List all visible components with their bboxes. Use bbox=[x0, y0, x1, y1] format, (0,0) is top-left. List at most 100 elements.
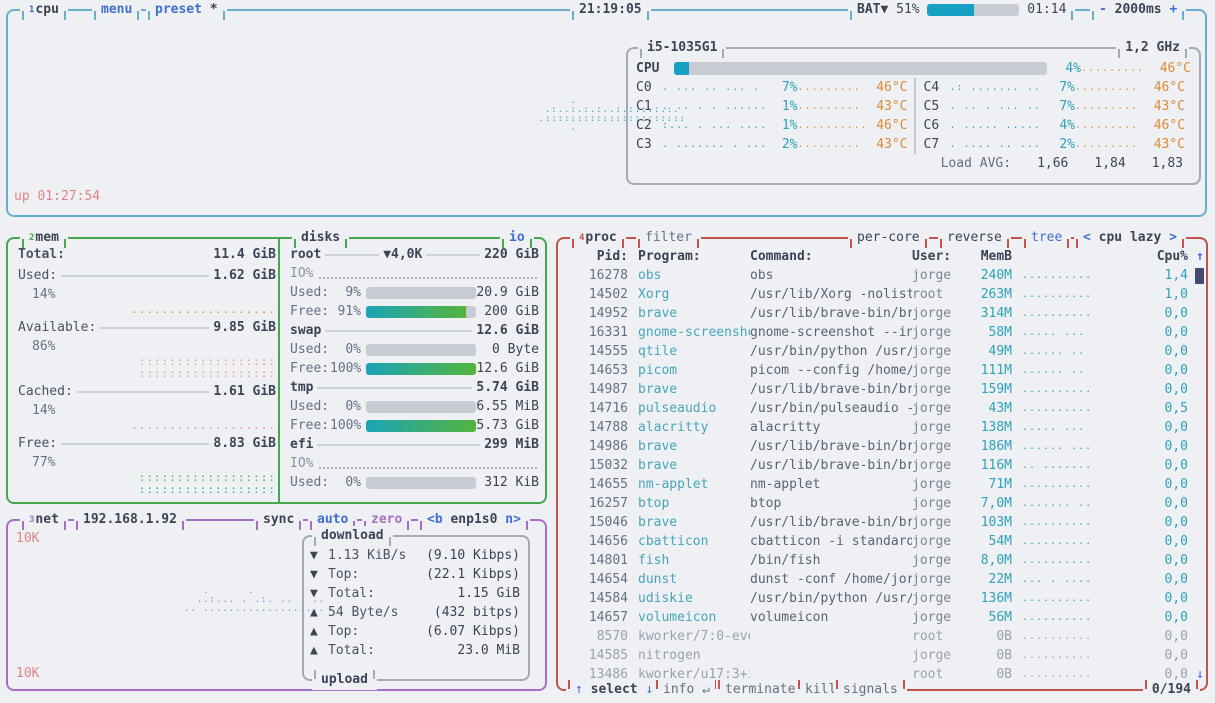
disk-name: root bbox=[290, 247, 322, 262]
process-row[interactable]: 14656 cbatticon cbatticon -i standard jo… bbox=[560, 532, 1204, 551]
process-row[interactable]: 14654 dunst dunst -conf /home/jor jorge … bbox=[560, 570, 1204, 589]
disk-io-speed: ▼4,0K bbox=[383, 247, 423, 262]
process-command: /usr/lib/brave-bin/br bbox=[750, 439, 912, 454]
footer-signals-button[interactable]: signals bbox=[834, 680, 907, 700]
proc-box-title[interactable]: 4 proc bbox=[570, 228, 626, 248]
core-usage-graph: . ... .. ... . ... bbox=[662, 82, 761, 93]
net-stat-value: (432 bitps) bbox=[433, 605, 520, 620]
process-cpu: 1,4 bbox=[1164, 268, 1188, 283]
process-program: udiskie bbox=[638, 591, 693, 606]
sort-prev-button[interactable]: < bbox=[1083, 228, 1091, 248]
process-row[interactable]: 14952 brave /usr/lib/brave-bin/br jorge … bbox=[560, 304, 1204, 323]
proc-box-number: 4 bbox=[579, 233, 585, 243]
proc-tree-toggle[interactable]: tree bbox=[1022, 228, 1072, 248]
select-down-icon[interactable]: ↓ bbox=[645, 680, 653, 700]
process-cpu: 0,0 bbox=[1164, 534, 1188, 549]
grid-line bbox=[61, 442, 210, 445]
interval-minus-button[interactable]: - bbox=[1099, 0, 1107, 20]
footer-terminate-button[interactable]: terminate bbox=[716, 680, 805, 700]
net-interface-selector[interactable]: <b enp1s0 n> bbox=[418, 510, 530, 530]
disks-title[interactable]: disks bbox=[292, 228, 350, 248]
net-sync-toggle[interactable]: sync bbox=[254, 510, 304, 530]
footer-info-button[interactable]: info ↵ bbox=[654, 680, 719, 700]
sort-next-button[interactable]: > bbox=[1169, 228, 1177, 248]
process-row[interactable]: 14584 udiskie /usr/bin/python /usr/ jorg… bbox=[560, 589, 1204, 608]
process-row[interactable]: 14653 picom picom --config /home/ jorge … bbox=[560, 361, 1204, 380]
process-row[interactable]: 8570 kworker/7:0-even root 0B ..........… bbox=[560, 627, 1204, 646]
disk-usage-row: Used: 0% 0 Byte bbox=[290, 340, 539, 359]
process-cpu: 0,5 bbox=[1164, 401, 1188, 416]
cpu-box-title[interactable]: 1 cpu bbox=[20, 0, 68, 20]
process-row[interactable]: 14555 qtile /usr/bin/python /usr/ jorge … bbox=[560, 342, 1204, 361]
process-user: jorge bbox=[912, 534, 952, 549]
process-pid: 14987 bbox=[588, 382, 628, 397]
process-cpu: 0,0 bbox=[1164, 610, 1188, 625]
mem-box-title[interactable]: 2 mem bbox=[20, 228, 68, 248]
process-row[interactable]: 14502 Xorg /usr/lib/Xorg -nolist root 26… bbox=[560, 285, 1204, 304]
direction-arrow-icon: ▼ bbox=[310, 567, 318, 582]
sort-direction-icon[interactable]: ↑ bbox=[1188, 249, 1204, 264]
header-program[interactable]: Program: bbox=[638, 249, 750, 264]
proc-reverse-toggle[interactable]: reverse bbox=[938, 228, 1011, 248]
mem-entry-label: Cached: bbox=[18, 384, 73, 399]
preset-button[interactable]: preset * bbox=[146, 0, 227, 20]
net-box-title[interactable]: 3 net bbox=[20, 510, 68, 530]
cpu-total-row: CPU 4% ......... 46°C bbox=[636, 59, 1191, 78]
process-row[interactable]: 14788 alacritty alacritty jorge 138M ...… bbox=[560, 418, 1204, 437]
process-row[interactable]: 16331 gnome-screensho gnome-screenshot -… bbox=[560, 323, 1204, 342]
header-pid[interactable]: Pid: bbox=[566, 249, 628, 264]
process-row[interactable]: 14655 nm-applet nm-applet jorge 71M ....… bbox=[560, 475, 1204, 494]
process-row[interactable]: 14801 fish /bin/fish jorge 8,0M ........… bbox=[560, 551, 1204, 570]
select-up-icon[interactable]: ↑ bbox=[575, 680, 583, 700]
process-user: jorge bbox=[912, 420, 952, 435]
process-program: btop bbox=[638, 496, 670, 511]
disk-usage-row: Free: 100% 5.73 GiB bbox=[290, 416, 539, 435]
header-command[interactable]: Command: bbox=[750, 249, 912, 264]
process-row[interactable]: 16278 obs obs jorge 240M .......... 1,4 bbox=[560, 266, 1204, 285]
iface-next-button[interactable]: n> bbox=[505, 510, 521, 530]
process-row[interactable]: 16257 btop btop jorge 7,0M ....... .. 0,… bbox=[560, 494, 1204, 513]
process-row[interactable]: 14585 nitrogen jorge 0B .......... 0,0 bbox=[560, 646, 1204, 665]
disk-row-value: 6.55 MiB bbox=[476, 399, 539, 414]
disks-io-toggle[interactable]: io bbox=[500, 228, 534, 248]
process-user: root bbox=[912, 287, 944, 302]
proc-filter-button[interactable]: filter bbox=[636, 228, 701, 248]
disk-usage-bar bbox=[366, 400, 476, 413]
interval-plus-button[interactable]: + bbox=[1169, 0, 1177, 20]
process-row[interactable]: 15032 brave /usr/lib/brave-bin/br jorge … bbox=[560, 456, 1204, 475]
mem-entry: Available: 9.85 GiB 86%:::::::::::::::::::… bbox=[18, 318, 276, 380]
proc-percore-toggle[interactable]: per-core bbox=[848, 228, 929, 248]
battery-bar bbox=[927, 4, 1020, 16]
border-tick bbox=[1196, 680, 1200, 689]
proc-sort-selector[interactable]: < cpu lazy > bbox=[1074, 228, 1186, 248]
process-row[interactable]: 15046 brave /usr/lib/brave-bin/br jorge … bbox=[560, 513, 1204, 532]
process-pid: 15046 bbox=[588, 515, 628, 530]
process-user: jorge bbox=[912, 591, 952, 606]
border-tick bbox=[312, 537, 316, 546]
mem-entry-percent: 14% bbox=[32, 287, 56, 302]
process-pid: 14584 bbox=[588, 591, 628, 606]
iface-prev-button[interactable]: <b bbox=[427, 510, 443, 530]
footer-select-control[interactable]: ↑ select ↓ bbox=[566, 680, 663, 700]
border-tick bbox=[1181, 239, 1186, 248]
scrollbar-thumb[interactable] bbox=[1195, 267, 1204, 284]
header-mem[interactable]: MemB bbox=[968, 249, 1012, 264]
border-tick bbox=[722, 49, 726, 58]
process-mem: 240M bbox=[980, 268, 1012, 283]
process-cpu: 0,0 bbox=[1164, 477, 1188, 492]
header-cpu[interactable]: Cpu% bbox=[1082, 249, 1188, 264]
border-tick bbox=[646, 11, 651, 20]
process-program: gnome-screensho bbox=[638, 325, 750, 340]
process-row[interactable]: 14986 brave /usr/lib/brave-bin/br jorge … bbox=[560, 437, 1204, 456]
process-table-body: 16278 obs obs jorge 240M .......... 1,4 … bbox=[560, 266, 1204, 684]
process-row[interactable]: 14716 pulseaudio /usr/bin/pulseaudio - j… bbox=[560, 399, 1204, 418]
process-row[interactable]: 14987 brave /usr/lib/brave-bin/br jorge … bbox=[560, 380, 1204, 399]
process-pid: 14801 bbox=[588, 553, 628, 568]
process-scroll-gutter[interactable] bbox=[1188, 267, 1204, 284]
menu-button[interactable]: menu bbox=[92, 0, 142, 20]
net-stat-label: Total: bbox=[328, 643, 375, 658]
header-user[interactable]: User: bbox=[912, 249, 968, 264]
process-row[interactable]: 14657 volumeicon volumeicon jorge 56M ..… bbox=[560, 608, 1204, 627]
disk-row-percent: 100% bbox=[330, 418, 362, 433]
core-usage-graph: .: ....... ... ... bbox=[949, 82, 1042, 93]
